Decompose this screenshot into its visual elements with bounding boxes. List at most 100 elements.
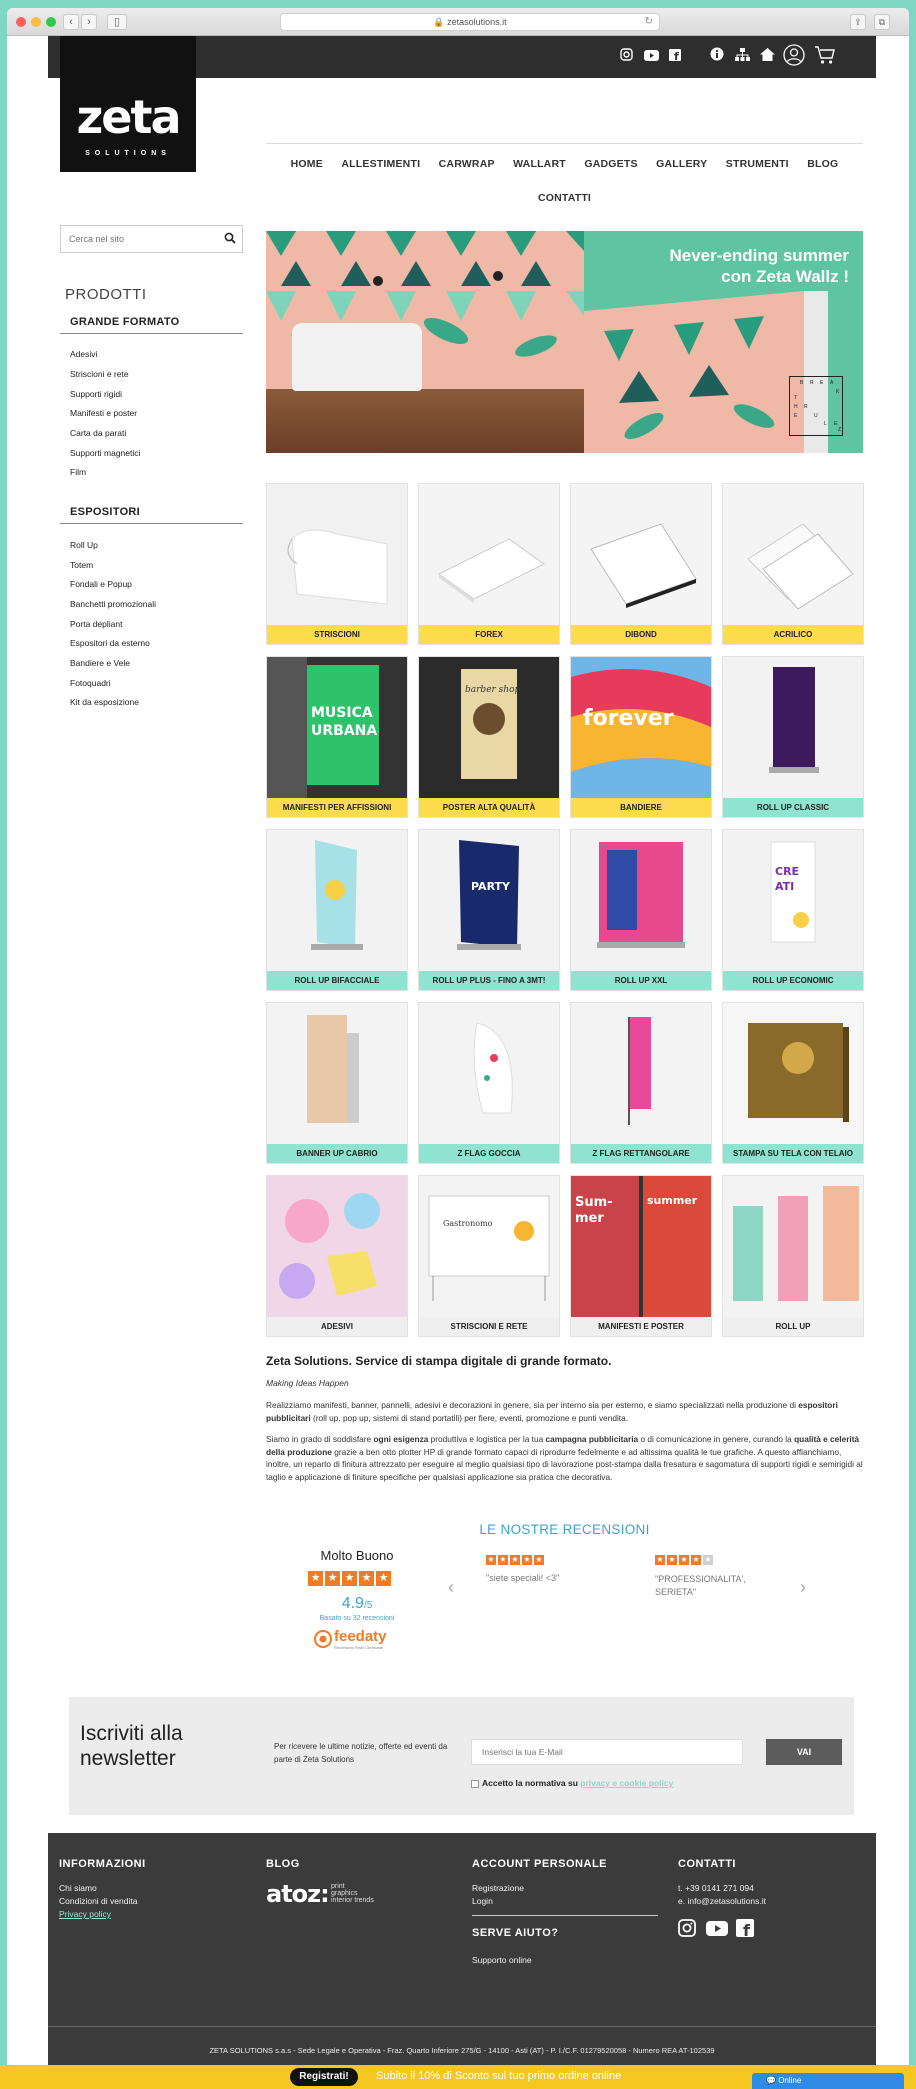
- sidebar-item[interactable]: Fondali e Popup: [70, 579, 132, 589]
- product-tile[interactable]: PARTY ROLL UP PLUS - FINO A 3MT!: [418, 829, 560, 991]
- footer-email[interactable]: e. info@zetasolutions.it: [678, 1896, 766, 1906]
- minimize-window-button[interactable]: [31, 17, 41, 27]
- zoom-window-button[interactable]: [46, 17, 56, 27]
- product-label: MANIFESTI E POSTER: [571, 1317, 711, 1336]
- address-bar[interactable]: 🔒 zetasolutions.it ↻: [280, 13, 660, 31]
- product-tile[interactable]: forever BANDIERE: [570, 656, 712, 818]
- product-image: [267, 1176, 407, 1318]
- lock-icon: 🔒: [433, 17, 445, 27]
- sitemap-icon[interactable]: [732, 47, 752, 65]
- footer-link-supporto[interactable]: Supporto online: [472, 1955, 532, 1965]
- product-tile[interactable]: DIBOND: [570, 483, 712, 645]
- sidebar-item[interactable]: Carta da parati: [70, 428, 126, 438]
- menu-item-gallery[interactable]: GALLERY: [656, 158, 707, 170]
- youtube-icon[interactable]: [706, 1921, 728, 1941]
- instagram-icon[interactable]: [616, 47, 636, 65]
- youtube-icon[interactable]: [641, 47, 661, 65]
- atoz-blog-logo[interactable]: atoz:: [266, 1880, 330, 1908]
- close-window-button[interactable]: [16, 17, 26, 27]
- site-logo[interactable]: zeta SOLUTIONS: [60, 36, 196, 172]
- menu-item-strumenti[interactable]: STRUMENTI: [726, 158, 789, 170]
- product-tile[interactable]: Gastronomo STRISCIONI E RETE: [418, 1175, 560, 1337]
- menu-item-carwrap[interactable]: CARWRAP: [439, 158, 495, 170]
- footer-phone[interactable]: t. +39 0141 271 094: [678, 1883, 754, 1893]
- sidebar-item[interactable]: Porta depliant: [70, 619, 122, 629]
- sidebar-item[interactable]: Kit da esposizione: [70, 697, 139, 707]
- product-image: [267, 1003, 407, 1145]
- sidebar-group-espositori[interactable]: ESPOSITORI: [70, 506, 140, 518]
- product-tile[interactable]: Z FLAG GOCCIA: [418, 1002, 560, 1164]
- product-image: [267, 484, 407, 626]
- sidebar-item[interactable]: Bandiere e Vele: [70, 658, 130, 668]
- share-icon[interactable]: ⇪: [850, 14, 866, 30]
- search-icon[interactable]: [224, 232, 236, 247]
- star-icon: ★: [510, 1555, 520, 1565]
- sidebar-item[interactable]: Supporti magnetici: [70, 448, 140, 458]
- product-tile[interactable]: Sum-mer summer MANIFESTI E POSTER: [570, 1175, 712, 1337]
- browser-window: ‹ › ▯ 🔒 zetasolutions.it ↻ ⇪ ⧉ f zeta SO…: [7, 8, 909, 2089]
- menu-item-allestimenti[interactable]: ALLESTIMENTI: [341, 158, 420, 170]
- product-label: STRISCIONI E RETE: [419, 1317, 559, 1336]
- tabs-overview-icon[interactable]: ⧉: [874, 14, 890, 30]
- feedaty-logo[interactable]: feedaty Recensioni Reali Certificate: [314, 1627, 400, 1651]
- product-tile[interactable]: ROLL UP BIFACCIALE: [266, 829, 408, 991]
- hero-banner[interactable]: Never-ending summer con Zeta Wallz ! BRE…: [266, 231, 863, 453]
- product-tile[interactable]: STAMPA SU TELA CON TELAIO: [722, 1002, 864, 1164]
- footer-link-condizioni[interactable]: Condizioni di vendita: [59, 1896, 137, 1906]
- newsletter-submit-button[interactable]: VAI: [766, 1739, 842, 1765]
- forward-icon[interactable]: ›: [81, 14, 97, 30]
- product-tile[interactable]: ACRILICO: [722, 483, 864, 645]
- sidebar-item[interactable]: Fotoquadri: [70, 678, 111, 688]
- instagram-icon[interactable]: [678, 1919, 696, 1942]
- reviews-prev-icon[interactable]: ‹: [448, 1577, 454, 1598]
- home-icon[interactable]: [757, 47, 777, 65]
- reviews-next-icon[interactable]: ›: [800, 1577, 806, 1598]
- menu-item-gadgets[interactable]: GADGETS: [584, 158, 637, 170]
- product-tile[interactable]: ADESIVI: [266, 1175, 408, 1337]
- footer-link-registrazione[interactable]: Registrazione: [472, 1883, 524, 1893]
- reload-icon[interactable]: ↻: [645, 14, 653, 30]
- sidebar-item[interactable]: Totem: [70, 560, 93, 570]
- cart-icon[interactable]: [813, 46, 837, 69]
- sidebar-group-grande-formato[interactable]: GRANDE FORMATO: [70, 316, 180, 328]
- product-tile[interactable]: ROLL UP CLASSIC: [722, 656, 864, 818]
- footer-link-chi-siamo[interactable]: Chi siamo: [59, 1883, 97, 1893]
- info-icon[interactable]: [707, 47, 727, 65]
- account-icon[interactable]: [782, 44, 806, 70]
- privacy-policy-link[interactable]: privacy e cookie policy: [580, 1778, 673, 1788]
- sidebar-item[interactable]: Roll Up: [70, 540, 98, 550]
- menu-item-wallart[interactable]: WALLART: [513, 158, 566, 170]
- atoz-tag-line: interior trends: [331, 1897, 374, 1904]
- product-tile[interactable]: CRE ATI ROLL UP ECONOMIC: [722, 829, 864, 991]
- register-button[interactable]: Registrati!: [290, 2068, 358, 2086]
- consent-checkbox[interactable]: [471, 1779, 479, 1788]
- facebook-icon[interactable]: f: [665, 47, 685, 65]
- back-icon[interactable]: ‹: [63, 14, 79, 30]
- product-tile[interactable]: Z FLAG RETTANGOLARE: [570, 1002, 712, 1164]
- menu-item-blog[interactable]: BLOG: [807, 158, 838, 170]
- facebook-icon[interactable]: f: [736, 1919, 754, 1942]
- product-tile[interactable]: ROLL UP XXL: [570, 829, 712, 991]
- atoz-tagline: print graphics interior trends: [331, 1883, 374, 1904]
- sidebar-item[interactable]: Banchetti promozionali: [70, 599, 156, 609]
- menu-item-contatti[interactable]: CONTATTI: [538, 192, 591, 204]
- product-tile[interactable]: FOREX: [418, 483, 560, 645]
- product-tile[interactable]: BANNER UP CABRIO: [266, 1002, 408, 1164]
- product-tile[interactable]: STRISCIONI: [266, 483, 408, 645]
- sidebar-item[interactable]: Striscioni e rete: [70, 369, 129, 379]
- sidebar-toggle-icon[interactable]: ▯: [107, 14, 127, 30]
- chat-widget[interactable]: 💬 Online: [752, 2073, 904, 2089]
- newsletter-email-input[interactable]: [471, 1739, 743, 1765]
- menu-item-home[interactable]: HOME: [291, 158, 323, 170]
- footer-link-login[interactable]: Login: [472, 1896, 493, 1906]
- sidebar-item[interactable]: Supporti rigidi: [70, 389, 122, 399]
- sidebar-item[interactable]: Manifesti e poster: [70, 408, 137, 418]
- sidebar-item[interactable]: Adesivi: [70, 349, 97, 359]
- product-tile[interactable]: ROLL UP: [722, 1175, 864, 1337]
- product-tile[interactable]: MUSICA URBANA MANIFESTI PER AFFISSIONI: [266, 656, 408, 818]
- sidebar-item[interactable]: Film: [70, 467, 86, 477]
- product-tile[interactable]: barber shop POSTER ALTA QUALITÀ: [418, 656, 560, 818]
- footer-link-privacy[interactable]: Privacy policy: [59, 1909, 111, 1919]
- search-input[interactable]: [61, 226, 211, 252]
- sidebar-item[interactable]: Espositori da esterno: [70, 638, 150, 648]
